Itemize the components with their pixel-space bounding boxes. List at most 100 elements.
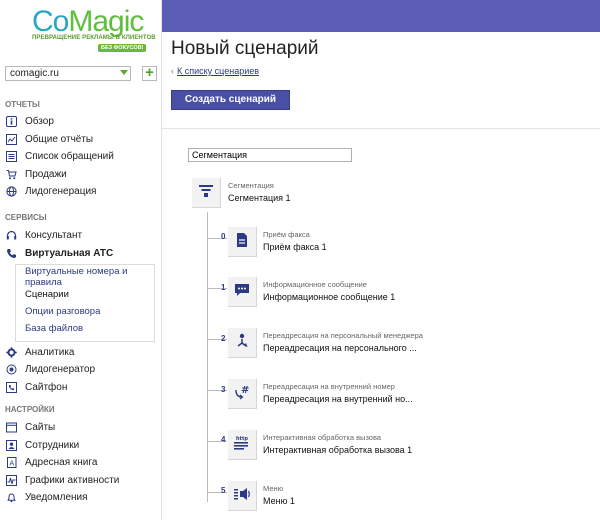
svg-text:#: # <box>241 385 249 396</box>
logo[interactable]: CoMagic ПРЕВРАЩЕНИЕ РЕКЛАМЫ В КЛИЕНТОВ Б… <box>0 0 161 58</box>
node-box[interactable]: http <box>228 430 257 460</box>
sidebar-item-analytics[interactable]: Аналитика <box>5 344 155 362</box>
sidebar-item-consultant[interactable]: Консультант <box>5 227 155 245</box>
headset-icon <box>5 230 17 242</box>
sidebar-item-label: Сайты <box>25 422 56 434</box>
logo-magic-text: Magic <box>68 5 144 38</box>
message-icon <box>234 283 250 300</box>
branch-number: 0 <box>221 232 226 241</box>
sidebar-item-label: Уведомления <box>25 492 88 504</box>
phone-icon <box>5 247 17 259</box>
root-node-box[interactable] <box>192 178 221 208</box>
sidebar-item-leadgen[interactable]: Лидогенерация <box>5 183 155 201</box>
sidebar-item-label: Общие отчёты <box>25 133 94 145</box>
sidebar: CoMagic ПРЕВРАЩЕНИЕ РЕКЛАМЫ В КЛИЕНТОВ Б… <box>0 0 162 520</box>
node-name[interactable]: Приём факса 1 <box>263 242 327 252</box>
node-name[interactable]: Меню 1 <box>263 496 295 506</box>
add-site-button[interactable]: + <box>142 65 157 81</box>
root-node-name[interactable]: Сегментация 1 <box>228 193 291 203</box>
submenu-item-file-base[interactable]: База файлов <box>25 320 154 337</box>
submenu-item-scenarios[interactable]: Сценарии <box>25 285 154 302</box>
sidebar-item-label: Сотрудники <box>25 439 80 451</box>
sidebar-item-sites[interactable]: Сайты <box>5 419 155 437</box>
logo-badge: БЕЗ ФОКУСОВ! <box>98 44 147 52</box>
sidebar-item-general-reports[interactable]: Общие отчёты <box>5 131 155 149</box>
gear-icon <box>5 346 17 358</box>
branch-number: 3 <box>221 385 226 394</box>
globe-icon <box>5 186 17 198</box>
sidebar-item-label: Продажи <box>25 168 67 180</box>
http-icon: http <box>233 435 251 454</box>
menu-speaker-icon <box>233 486 251 505</box>
chevron-left-icon: ‹ <box>171 66 174 76</box>
sidebar-item-overview[interactable]: Обзор <box>5 113 155 131</box>
sidebar-item-address-book[interactable]: A Адресная книга <box>5 454 155 472</box>
svg-text:A: A <box>9 460 14 468</box>
node-name[interactable]: Информационное сообщение 1 <box>263 292 395 302</box>
reports-nav: Обзор Общие отчёты Список обращений Прод… <box>5 113 155 201</box>
svg-text:http: http <box>236 436 248 442</box>
forward-extension-icon: # <box>234 384 250 403</box>
root-node-type: Сегментация <box>228 181 274 190</box>
sidebar-item-call-list[interactable]: Список обращений <box>5 148 155 166</box>
employees-icon <box>5 439 17 451</box>
node-type: Информационное сообщение <box>263 280 367 289</box>
sidebar-item-notifications[interactable]: Уведомления <box>5 489 155 507</box>
sites-icon <box>5 422 17 434</box>
node-type: Интерактивная обработка вызова <box>263 433 382 442</box>
info-icon <box>5 116 17 128</box>
list-icon <box>5 151 17 163</box>
sidebar-item-label: Список обращений <box>25 151 114 163</box>
node-box[interactable] <box>228 328 257 358</box>
branch-number: 5 <box>221 486 226 495</box>
page-title: Новый сценарий <box>171 38 319 59</box>
node-name[interactable]: Интерактивная обработка вызова 1 <box>263 445 412 455</box>
sitephone-icon <box>5 381 17 393</box>
services-nav: Консультант Виртуальная АТС Виртуальные … <box>5 227 155 396</box>
sidebar-item-sitephone[interactable]: Сайтфон <box>5 379 155 397</box>
site-select[interactable]: comagic.ru <box>5 66 131 81</box>
submenu-item-call-options[interactable]: Опции разговора <box>25 303 154 320</box>
services-section-heading: СЕРВИСЫ <box>5 213 47 222</box>
branch-number: 4 <box>221 435 226 444</box>
sidebar-item-employees[interactable]: Сотрудники <box>5 437 155 455</box>
node-box[interactable] <box>228 227 257 257</box>
submenu-item-virtual-numbers[interactable]: Виртуальные номера и правила <box>25 266 154 288</box>
leadgen-icon <box>5 364 17 376</box>
segment-name-input[interactable] <box>188 148 352 162</box>
create-scenario-button[interactable]: Создать сценарий <box>171 90 290 110</box>
sidebar-item-label: Адресная книга <box>25 457 98 469</box>
logo-tagline: ПРЕВРАЩЕНИЕ РЕКЛАМЫ В КЛИЕНТОВ <box>32 35 156 41</box>
sidebar-item-label: Лидогенератор <box>25 364 96 376</box>
node-box[interactable] <box>228 277 257 307</box>
sidebar-item-activity-charts[interactable]: Графики активности <box>5 472 155 490</box>
reports-section-heading: ОТЧЕТЫ <box>5 100 40 109</box>
virtual-pbx-submenu: Виртуальные номера и правила Сценарии Оп… <box>15 264 155 342</box>
sidebar-item-label: Виртуальная АТС <box>25 247 114 259</box>
node-type: Переадресация на внутренний номер <box>263 382 395 391</box>
chevron-down-icon[interactable] <box>120 70 128 75</box>
sidebar-item-sales[interactable]: Продажи <box>5 166 155 184</box>
node-type: Меню <box>263 484 284 493</box>
node-box[interactable] <box>228 481 257 511</box>
sidebar-item-label: Консультант <box>25 230 83 242</box>
top-header-bar <box>162 0 600 32</box>
sidebar-item-virtual-pbx[interactable]: Виртуальная АТС <box>5 245 155 263</box>
fax-document-icon <box>235 232 249 251</box>
node-name[interactable]: Переадресация на внутренний но... <box>263 394 413 404</box>
sidebar-item-label: Лидогенерация <box>25 186 97 198</box>
node-name[interactable]: Переадресация на персонального ... <box>263 343 417 353</box>
activity-icon <box>5 474 17 486</box>
node-type: Переадресация на персональный менеджера <box>263 331 423 340</box>
node-box[interactable]: # <box>228 379 257 409</box>
filter-icon <box>198 184 214 201</box>
back-link-label: К списку сценариев <box>177 66 260 76</box>
cart-icon <box>5 168 17 180</box>
sidebar-item-label: Сайтфон <box>25 381 68 393</box>
settings-section-heading: НАСТРОЙКИ <box>5 405 55 414</box>
back-to-list-link[interactable]: ‹ К списку сценариев <box>171 66 259 76</box>
logo-co-text: Co <box>32 5 69 38</box>
chart-icon <box>5 133 17 145</box>
sidebar-item-label: Графики активности <box>25 474 120 486</box>
sidebar-item-lead-generator[interactable]: Лидогенератор <box>5 361 155 379</box>
